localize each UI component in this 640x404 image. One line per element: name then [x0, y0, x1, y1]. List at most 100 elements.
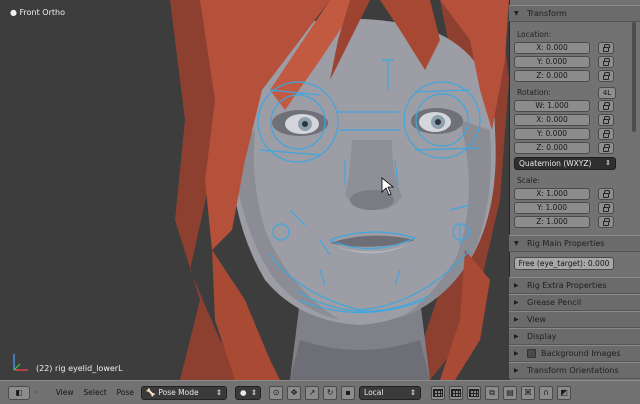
layer-grid-1[interactable]	[431, 385, 446, 400]
expanded-triangle-icon: ▼	[514, 10, 519, 17]
solid-shading-icon: ●	[240, 388, 247, 397]
collapsed-triangle-icon: ▶	[514, 299, 519, 306]
pose-mode-icon: 🦴	[146, 388, 156, 397]
dropdown-arrows-icon: ⇕	[409, 388, 417, 397]
scale-z-field[interactable]: Z: 1.000	[514, 216, 590, 228]
panel-scrollbar[interactable]	[632, 22, 636, 132]
view-label: ● Front Ortho	[10, 8, 65, 17]
collapse-menus-icon[interactable]: ◦	[34, 388, 39, 397]
lock-icon	[603, 71, 610, 80]
rig-extra-properties-header[interactable]: ▶ Rig Extra Properties	[509, 277, 640, 294]
rotation-4l-toggle[interactable]: 4L	[598, 87, 616, 99]
rotation-mode-dropdown[interactable]: Quaternion (WXYZ) ⇕	[514, 157, 616, 170]
rotation-label: Rotation:	[517, 88, 551, 97]
manipulator-icon: ✥	[290, 388, 298, 397]
lock-icon	[603, 129, 610, 138]
layer-grid-2[interactable]	[449, 385, 464, 400]
collapsed-triangle-icon: ▶	[514, 282, 519, 289]
rotation-z-field[interactable]: Z: 0.000	[514, 142, 590, 154]
layers-icon	[469, 388, 480, 397]
lock-scale-y-button[interactable]	[598, 202, 614, 214]
layers-icon	[451, 388, 462, 397]
active-bone-label: (22) rig eyelid_lowerL	[36, 364, 123, 373]
view-dot-icon: ●	[10, 8, 20, 17]
camera-icon: ◩	[560, 388, 568, 397]
collapsed-triangle-icon: ▶	[514, 367, 519, 374]
lock-icon	[603, 115, 610, 124]
expanded-triangle-icon: ▼	[514, 240, 519, 247]
snap-toggle-button[interactable]: ∩	[539, 385, 554, 400]
rotate-icon: ↻	[326, 388, 334, 397]
editor-type-button[interactable]: ◧	[8, 385, 30, 400]
paste-icon: ▤	[506, 388, 514, 397]
layer-grid-3[interactable]	[467, 385, 482, 400]
transform-orientations-header[interactable]: ▶ Transform Orientations	[509, 362, 640, 379]
snap-icon: ⌘	[524, 388, 533, 397]
lock-icon	[603, 217, 610, 226]
scale-icon: ▪	[345, 388, 351, 397]
rotation-w-field[interactable]: W: 1.000	[514, 100, 590, 112]
dropdown-arrows-icon: ⇕	[250, 388, 258, 397]
lock-scale-x-button[interactable]	[598, 188, 614, 200]
grease-pencil-header[interactable]: ▶ Grease Pencil	[509, 294, 640, 311]
scale-y-field[interactable]: Y: 1.000	[514, 202, 590, 214]
lock-icon	[603, 143, 610, 152]
scale-manipulator-button[interactable]: ▪	[341, 385, 356, 400]
rig-main-properties-header[interactable]: ▼ Rig Main Properties	[509, 235, 640, 252]
viewport-header-bar: ◧ ◦ View Select Pose 🦴 Pose Mode ⇕ ● ⇕ ⊙…	[0, 380, 640, 404]
lock-scale-z-button[interactable]	[598, 216, 614, 228]
background-images-checkbox[interactable]	[527, 349, 536, 358]
rotate-manipulator-button[interactable]: ↻	[323, 385, 338, 400]
rotation-x-field[interactable]: X: 0.000	[514, 114, 590, 126]
display-panel-header[interactable]: ▶ Display	[509, 328, 640, 345]
collapsed-triangle-icon: ▶	[514, 350, 519, 357]
lock-location-y-button[interactable]	[598, 56, 614, 68]
dropdown-arrows-icon: ⇕	[605, 159, 611, 167]
proportional-edit-button[interactable]: ⌘	[521, 385, 536, 400]
lock-location-z-button[interactable]	[598, 70, 614, 82]
arrow-icon: ↗	[308, 388, 316, 397]
lock-icon	[603, 43, 610, 52]
translate-manipulator-button[interactable]: ↗	[305, 385, 320, 400]
mode-dropdown[interactable]: 🦴 Pose Mode ⇕	[141, 385, 228, 400]
render-preview-button[interactable]: ◩	[557, 385, 572, 400]
location-label: Location:	[517, 30, 552, 39]
viewport-shading-dropdown[interactable]: ● ⇕	[235, 385, 262, 400]
view-panel-header[interactable]: ▶ View	[509, 311, 640, 328]
lock-icon	[603, 101, 610, 110]
view-menu[interactable]: View	[53, 388, 77, 397]
lock-rotation-x-button[interactable]	[598, 114, 614, 126]
collapsed-triangle-icon: ▶	[514, 316, 519, 323]
lock-icon	[603, 189, 610, 198]
dropdown-arrows-icon: ⇕	[215, 388, 223, 397]
pose-paste-button[interactable]: ▤	[503, 385, 518, 400]
select-menu[interactable]: Select	[81, 388, 110, 397]
lock-icon	[603, 203, 610, 212]
transform-orientation-dropdown[interactable]: Local ⇕	[359, 385, 422, 400]
rotation-y-field[interactable]: Y: 0.000	[514, 128, 590, 140]
scale-x-field[interactable]: X: 1.000	[514, 188, 590, 200]
free-eye-target-field[interactable]: Free (eye_target): 0.000	[514, 257, 614, 270]
axis-gizmo-icon	[13, 354, 28, 371]
manipulator-toggle[interactable]: ✥	[287, 385, 302, 400]
layers-icon	[433, 388, 444, 397]
pivot-icon: ⊙	[272, 388, 280, 397]
location-x-field[interactable]: X: 0.000	[514, 42, 590, 54]
lock-location-x-button[interactable]	[598, 42, 614, 54]
scale-label: Scale:	[517, 176, 540, 185]
lock-rotation-y-button[interactable]	[598, 128, 614, 140]
transform-panel-header[interactable]: ▼ Transform	[509, 5, 640, 22]
location-y-field[interactable]: Y: 0.000	[514, 56, 590, 68]
location-z-field[interactable]: Z: 0.000	[514, 70, 590, 82]
lock-rotation-z-button[interactable]	[598, 142, 614, 154]
lock-rotation-w-button[interactable]	[598, 100, 614, 112]
background-images-header[interactable]: ▶ Background Images	[509, 345, 640, 362]
lock-icon	[603, 57, 610, 66]
view3d-icon: ◧	[15, 388, 23, 397]
pose-copy-button[interactable]: ⧉	[485, 385, 500, 400]
3d-viewport[interactable]: ● Front Ortho (22) rig eyelid_lowerL	[0, 0, 509, 380]
pivot-point-button[interactable]: ⊙	[269, 385, 284, 400]
character-render	[170, 0, 509, 380]
pose-menu[interactable]: Pose	[114, 388, 137, 397]
magnet-icon: ∩	[543, 388, 549, 397]
